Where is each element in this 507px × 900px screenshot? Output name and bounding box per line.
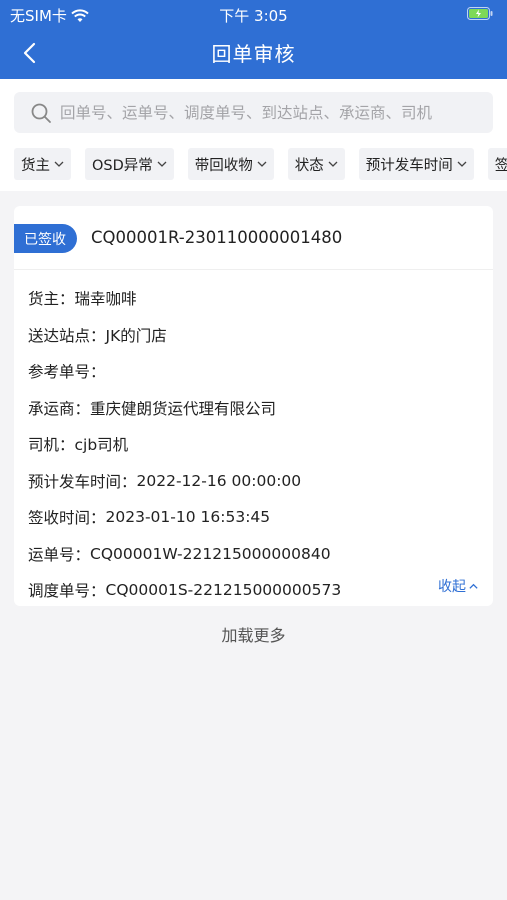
field-label: 签收时间：	[28, 509, 106, 528]
collapse-label: 收起	[438, 579, 466, 595]
chevron-up-icon	[469, 583, 478, 589]
filter-label: OSD异常	[92, 157, 153, 174]
filter-label: 带回收物	[194, 157, 253, 174]
card-header: 已签收 CQ00001R-230110000001480	[14, 206, 493, 270]
field-owner: 货主： 瑞幸咖啡	[28, 280, 478, 317]
filter-label: 预计发车时间	[365, 157, 453, 174]
status-badge: 已签收	[14, 224, 77, 253]
field-carrier: 承运商： 重庆健朗货运代理有限公司	[28, 390, 478, 427]
field-label: 送达站点：	[28, 326, 106, 345]
card-details: 货主： 瑞幸咖啡 送达站点： JK的门店 参考单号： 承运商： 重庆健朗货运代理…	[28, 280, 478, 609]
receipt-number: CQ00001R-230110000001480	[91, 228, 343, 247]
field-driver: 司机： cjb司机	[28, 426, 478, 463]
filter-status[interactable]: 状态	[287, 148, 345, 180]
field-label: 司机：	[28, 436, 75, 455]
filter-osd-exception[interactable]: OSD异常	[85, 148, 174, 180]
filter-label: 状态	[294, 157, 324, 174]
receipt-card[interactable]: 已签收 CQ00001R-230110000001480 货主： 瑞幸咖啡 送达…	[14, 206, 493, 606]
filter-sign-time[interactable]: 签	[487, 148, 507, 180]
field-label: 调度单号：	[28, 582, 106, 601]
field-destination: 送达站点： JK的门店	[28, 317, 478, 354]
battery-icon	[467, 6, 493, 24]
field-value: CQ00001W-221215000000840	[90, 544, 331, 563]
field-departure-time: 预计发车时间： 2022-12-16 00:00:00	[28, 463, 478, 500]
load-more-button[interactable]: 加载更多	[0, 622, 507, 646]
field-value: 重庆健朗货运代理有限公司	[90, 399, 277, 418]
field-label: 运单号：	[28, 545, 91, 564]
filter-bar: 货主 OSD异常 带回收物 状态 预计发车时间 签	[14, 148, 507, 180]
field-dispatch-no: 调度单号： CQ00001S-221215000000573	[28, 572, 478, 609]
field-value: cjb司机	[74, 436, 129, 455]
nav-bar: 回单审核	[0, 28, 507, 79]
page-title: 回单审核	[211, 42, 296, 66]
filter-label: 签	[494, 157, 507, 174]
field-reference-no: 参考单号：	[28, 353, 478, 390]
field-value: 2022-12-16 00:00:00	[136, 471, 302, 490]
filter-departure-time[interactable]: 预计发车时间	[358, 148, 474, 180]
filter-owner[interactable]: 货主	[14, 148, 71, 180]
filter-return-items[interactable]: 带回收物	[187, 148, 274, 180]
search-filter-panel: 货主 OSD异常 带回收物 状态 预计发车时间 签	[0, 79, 507, 191]
chevron-down-icon	[457, 161, 467, 167]
clock: 下午 3:05	[219, 7, 288, 25]
collapse-button[interactable]: 收起	[438, 576, 479, 596]
app-header: 无SIM卡 下午 3:05 回单审核	[0, 0, 507, 79]
search-input[interactable]	[60, 103, 490, 122]
search-box[interactable]	[14, 92, 493, 133]
chevron-down-icon	[54, 161, 64, 167]
chevron-down-icon	[328, 161, 338, 167]
field-value: 瑞幸咖啡	[74, 290, 137, 309]
field-value: JK的门店	[105, 326, 167, 345]
field-value: 2023-01-10 16:53:45	[105, 508, 271, 527]
field-value: CQ00001S-221215000000573	[105, 581, 342, 600]
field-sign-time: 签收时间： 2023-01-10 16:53:45	[28, 499, 478, 536]
chevron-down-icon	[257, 161, 267, 167]
field-waybill-no: 运单号： CQ00001W-221215000000840	[28, 536, 478, 573]
field-label: 货主：	[28, 290, 75, 309]
field-label: 参考单号：	[28, 363, 106, 382]
field-label: 承运商：	[28, 399, 91, 418]
status-bar: 无SIM卡 下午 3:05	[0, 0, 507, 28]
filter-label: 货主	[21, 157, 50, 174]
search-icon	[31, 103, 51, 123]
chevron-down-icon	[157, 161, 167, 167]
field-label: 预计发车时间：	[28, 472, 137, 491]
